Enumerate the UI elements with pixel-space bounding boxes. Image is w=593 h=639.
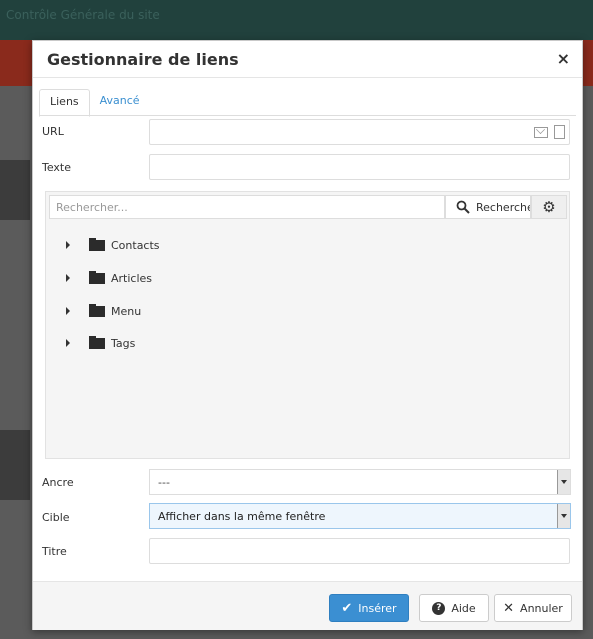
anchor-select-value: --- xyxy=(158,476,170,489)
tree-item-label: Tags xyxy=(111,336,136,350)
chevron-down-icon[interactable] xyxy=(557,504,570,528)
search-button-label: Recherche xyxy=(476,200,531,214)
insert-button-label: Insérer xyxy=(358,601,397,615)
expand-caret-icon[interactable] xyxy=(66,274,70,282)
tree-item-contacts[interactable]: Contacts xyxy=(66,236,160,254)
title-label: Titre xyxy=(42,545,67,558)
gear-icon: ⚙ xyxy=(542,198,556,216)
help-button[interactable]: ? Aide xyxy=(419,594,489,622)
check-icon: ✔ xyxy=(341,600,353,616)
tree-item-label: Menu xyxy=(111,304,142,318)
tree-item-label: Contacts xyxy=(111,238,160,252)
background-sidebar-fragment-2 xyxy=(0,430,30,500)
expand-caret-icon[interactable] xyxy=(66,241,70,249)
tree-item-tags[interactable]: Tags xyxy=(66,334,135,352)
help-icon: ? xyxy=(432,601,446,615)
target-select[interactable]: Afficher dans la même fenêtre xyxy=(149,503,571,529)
text-label: Texte xyxy=(42,161,72,174)
url-label: URL xyxy=(42,125,64,138)
tab-divider xyxy=(39,115,576,116)
tree-item-menu[interactable]: Menu xyxy=(66,302,141,320)
folder-icon xyxy=(89,270,105,284)
document-icon[interactable] xyxy=(554,125,565,139)
cancel-button-label: Annuler xyxy=(520,601,563,615)
folder-icon xyxy=(89,335,105,349)
search-input[interactable]: Rechercher... xyxy=(49,195,445,219)
background-sidebar-fragment xyxy=(0,160,30,220)
dialog-footer: ✔ Insérer ? Aide ✕ Annuler xyxy=(33,581,582,630)
close-icon: ✕ xyxy=(503,600,515,616)
title-input[interactable] xyxy=(149,538,570,564)
email-icon[interactable] xyxy=(534,127,548,138)
chevron-down-icon[interactable] xyxy=(557,470,570,494)
dialog-title: Gestionnaire de liens xyxy=(47,50,239,69)
settings-button[interactable]: ⚙ xyxy=(531,195,567,219)
cancel-button[interactable]: ✕ Annuler xyxy=(494,594,572,622)
tab-links[interactable]: Liens xyxy=(39,89,90,117)
tab-bar: Liens Avancé xyxy=(39,89,150,117)
folder-icon xyxy=(89,303,105,317)
search-icon xyxy=(456,200,470,214)
link-manager-dialog: Gestionnaire de liens × Liens Avancé URL… xyxy=(32,40,583,630)
dialog-header: Gestionnaire de liens × xyxy=(33,41,582,78)
anchor-label: Ancre xyxy=(42,476,74,489)
target-select-value: Afficher dans la même fenêtre xyxy=(158,510,326,523)
text-input[interactable] xyxy=(149,154,570,180)
expand-caret-icon[interactable] xyxy=(66,307,70,315)
tab-advanced[interactable]: Avancé xyxy=(90,89,150,115)
anchor-select[interactable]: --- xyxy=(149,469,571,495)
app-header-background: Contrôle Générale du site xyxy=(0,0,593,40)
target-label: Cible xyxy=(42,511,70,524)
close-button[interactable]: × xyxy=(557,49,570,68)
tree-item-articles[interactable]: Articles xyxy=(66,269,152,287)
search-button[interactable]: Recherche xyxy=(445,195,531,219)
app-header-text: Contrôle Générale du site xyxy=(6,8,160,22)
help-button-label: Aide xyxy=(451,601,476,615)
tree-item-label: Articles xyxy=(111,271,153,285)
expand-caret-icon[interactable] xyxy=(66,339,70,347)
url-input[interactable] xyxy=(149,119,570,145)
folder-icon xyxy=(89,237,105,251)
link-browser-panel: Rechercher... Recherche ⚙ Contacts Artic… xyxy=(45,191,570,459)
insert-button[interactable]: ✔ Insérer xyxy=(329,594,409,622)
